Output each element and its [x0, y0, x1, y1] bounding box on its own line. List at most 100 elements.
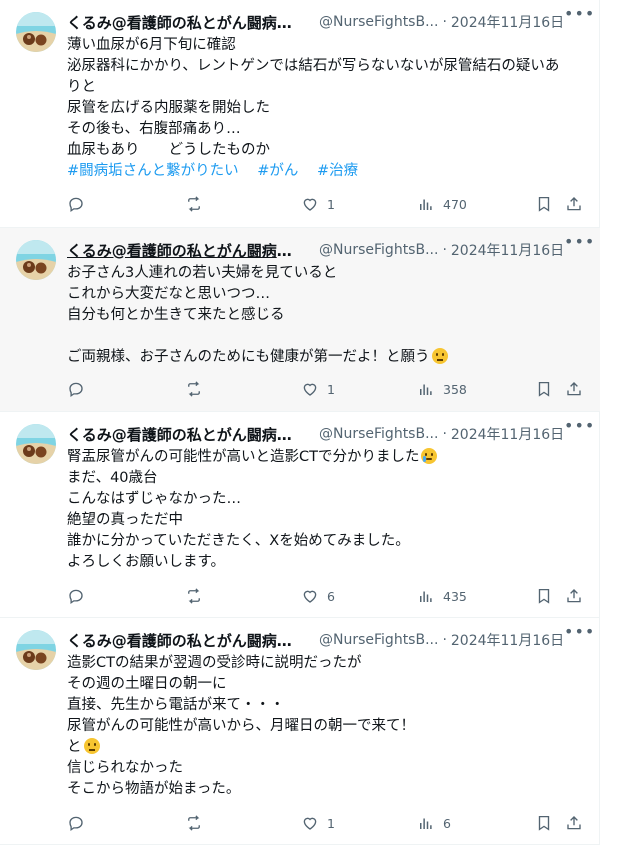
post-line: [67, 326, 582, 347]
more-icon[interactable]: •••: [564, 232, 594, 251]
reply-icon: [69, 816, 83, 832]
action-bar: 1 470: [67, 194, 587, 214]
like-count: 1: [327, 381, 335, 397]
author-handle[interactable]: @NurseFightsB...: [319, 242, 438, 258]
action-bar: 6 435: [67, 586, 587, 606]
share-button[interactable]: [565, 586, 583, 606]
post-text: お子さん3人連れの若い夫婦を見ていると これから大変だなと思いつつ… 自分も何と…: [67, 263, 582, 368]
more-icon[interactable]: •••: [564, 416, 594, 435]
view-count: 470: [443, 196, 467, 212]
views-button[interactable]: 435: [417, 586, 467, 606]
reply-button[interactable]: [67, 379, 85, 399]
post-line: よろしくお願いします。: [67, 554, 226, 570]
share-icon: [567, 589, 581, 603]
repost-icon: [188, 196, 200, 212]
bookmark-icon: [538, 196, 550, 212]
like-button[interactable]: 1: [301, 379, 335, 399]
bookmark-button[interactable]: [535, 379, 553, 399]
author-name[interactable]: くるみ@看護師の私とがん闘病の...: [67, 424, 305, 445]
post-4[interactable]: くるみ@看護師の私とがん闘病の... @NurseFightsB... · 20…: [0, 618, 600, 845]
views-button[interactable]: 470: [417, 194, 467, 214]
repost-button[interactable]: [185, 194, 203, 214]
like-button[interactable]: 1: [301, 194, 335, 214]
post-date[interactable]: 2024年11月16日: [451, 240, 564, 260]
post-text: 造影CTの結果が翌週の受診時に説明だったが その週の土曜日の朝一に 直接、先生か…: [67, 653, 582, 800]
post-header: くるみ@看護師の私とがん闘病の... @NurseFightsB... · 20…: [67, 424, 587, 444]
share-button[interactable]: [565, 194, 583, 214]
share-icon: [567, 197, 581, 211]
hashtag-link[interactable]: #闘病垢さんと繋がりたい: [67, 163, 239, 179]
author-handle[interactable]: @NurseFightsB...: [319, 426, 438, 442]
views-icon: [420, 199, 432, 210]
view-count: 358: [443, 381, 467, 397]
post-date[interactable]: 2024年11月16日: [451, 424, 564, 444]
post-1[interactable]: くるみ@看護師の私とがん闘病の... @NurseFightsB... · 20…: [0, 0, 600, 228]
author-name[interactable]: くるみ@看護師の私とがん闘病の...: [67, 12, 305, 33]
view-count: 6: [443, 815, 451, 831]
views-button[interactable]: 6: [417, 813, 451, 833]
share-button[interactable]: [565, 379, 583, 399]
post-line: 尿管がんの可能性が高いから、月曜日の朝一で来て！: [67, 718, 415, 734]
crying-face-emoji-icon: [421, 448, 438, 464]
hashtag-link[interactable]: #がん: [257, 163, 298, 179]
post-date[interactable]: 2024年11月16日: [451, 12, 564, 32]
post-line: こんなはずじゃなかった…: [67, 491, 241, 507]
post-3[interactable]: くるみ@看護師の私とがん闘病の... @NurseFightsB... · 20…: [0, 412, 600, 618]
neutral-face-emoji-icon: [83, 738, 100, 754]
post-date[interactable]: 2024年11月16日: [451, 630, 564, 650]
bookmark-button[interactable]: [535, 813, 553, 833]
post-line-with-emoji: と: [67, 737, 582, 758]
more-icon[interactable]: •••: [564, 4, 594, 23]
avatar[interactable]: [16, 12, 56, 52]
separator-dot: ·: [442, 632, 447, 648]
post-line: その後も、右腹部痛あり…: [67, 121, 241, 137]
post-line: りと: [67, 79, 96, 95]
post-line: 信じられなかった: [67, 760, 183, 776]
reply-icon: [69, 382, 83, 398]
separator-dot: ·: [442, 242, 447, 258]
views-icon: [420, 818, 432, 829]
post-line: 泌尿器科にかかり、レントゲンでは結石が写らないないが尿管結石の疑いあ: [67, 58, 560, 74]
action-bar: 1 6: [67, 813, 587, 833]
author-name[interactable]: くるみ@看護師の私とがん闘病の...: [67, 240, 305, 261]
like-button[interactable]: 1: [301, 813, 335, 833]
reply-button[interactable]: [67, 813, 85, 833]
bookmark-button[interactable]: [535, 194, 553, 214]
like-count: 1: [327, 815, 335, 831]
bookmark-icon: [538, 381, 550, 397]
share-button[interactable]: [565, 813, 583, 833]
post-line: 直接、先生から電話が来て・・・: [67, 697, 285, 713]
author-handle[interactable]: @NurseFightsB...: [319, 14, 438, 30]
reply-button[interactable]: [67, 586, 85, 606]
bookmark-button[interactable]: [535, 586, 553, 606]
repost-button[interactable]: [185, 813, 203, 833]
more-icon[interactable]: •••: [564, 622, 594, 641]
hashtag-link[interactable]: #治療: [317, 163, 358, 179]
post-line: 尿管を広げる内服薬を開始した: [67, 100, 270, 116]
reply-button[interactable]: [67, 194, 85, 214]
views-button[interactable]: 358: [417, 379, 467, 399]
repost-button[interactable]: [185, 586, 203, 606]
views-icon: [420, 591, 432, 602]
avatar[interactable]: [16, 630, 56, 670]
heart-icon: [303, 590, 317, 603]
post-2[interactable]: くるみ@看護師の私とがん闘病の... @NurseFightsB... · 20…: [0, 228, 600, 412]
avatar[interactable]: [16, 424, 56, 464]
like-button[interactable]: 6: [301, 586, 335, 606]
post-line: と: [67, 739, 82, 755]
post-line-with-emoji: 腎盂尿管がんの可能性が高いと造影CTで分かりました: [67, 447, 582, 468]
author-handle[interactable]: @NurseFightsB...: [319, 632, 438, 648]
post-line: 造影CTの結果が翌週の受診時に説明だったが: [67, 655, 362, 671]
post-line: 腎盂尿管がんの可能性が高いと造影CTで分かりました: [67, 449, 420, 465]
post-line: お子さん3人連れの若い夫婦を見ていると: [67, 265, 338, 281]
separator-dot: ·: [442, 14, 447, 30]
repost-button[interactable]: [185, 379, 203, 399]
author-name[interactable]: くるみ@看護師の私とがん闘病の...: [67, 630, 305, 651]
post-header: くるみ@看護師の私とがん闘病の... @NurseFightsB... · 20…: [67, 12, 587, 32]
post-line: これから大変だなと思いつつ…: [67, 286, 270, 302]
avatar[interactable]: [16, 240, 56, 280]
heart-icon: [303, 198, 317, 211]
heart-icon: [303, 817, 317, 830]
bookmark-icon: [538, 588, 550, 604]
views-icon: [420, 384, 432, 395]
